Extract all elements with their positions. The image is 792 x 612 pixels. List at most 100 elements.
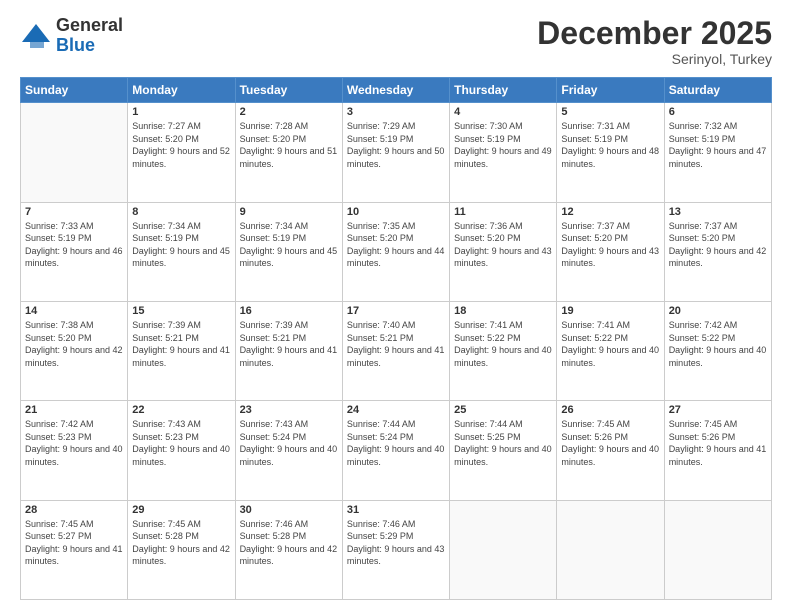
calendar-cell: 5 Sunrise: 7:31 AMSunset: 5:19 PMDaylight… (557, 103, 664, 202)
calendar-cell: 8 Sunrise: 7:34 AMSunset: 5:19 PMDaylight… (128, 202, 235, 301)
day-of-week-saturday: Saturday (664, 78, 771, 103)
day-number: 4 (454, 106, 552, 118)
calendar-cell: 3 Sunrise: 7:29 AMSunset: 5:19 PMDaylight… (342, 103, 449, 202)
calendar-week-5: 28 Sunrise: 7:45 AMSunset: 5:27 PMDayligh… (21, 500, 772, 599)
day-number: 16 (240, 305, 338, 317)
logo-icon (20, 22, 52, 50)
day-number: 17 (347, 305, 445, 317)
calendar-cell: 31Sunrise: 7:46 AMSunset: 5:29 PMDayligh… (342, 500, 449, 599)
day-number: 22 (132, 404, 230, 416)
day-of-week-thursday: Thursday (450, 78, 557, 103)
day-number: 30 (240, 504, 338, 516)
calendar-cell (557, 500, 664, 599)
calendar-cell: 1Sunrise: 7:27 AMSunset: 5:20 PMDaylight… (128, 103, 235, 202)
day-number: 29 (132, 504, 230, 516)
cell-info: Sunrise: 7:45 AMSunset: 5:28 PMDaylight:… (132, 518, 230, 568)
day-number: 15 (132, 305, 230, 317)
calendar-cell: 13 Sunrise: 7:37 AMSunset: 5:20 PMDayligh… (664, 202, 771, 301)
day-number: 25 (454, 404, 552, 416)
calendar-cell (664, 500, 771, 599)
day-number: 10 (347, 206, 445, 218)
cell-info: Sunrise: 7:33 AMSunset: 5:19 PMDaylight:… (25, 220, 123, 270)
cell-info: Sunrise: 7:39 AMSunset: 5:21 PMDaylight:… (132, 319, 230, 369)
calendar-cell: 27Sunrise: 7:45 AMSunset: 5:26 PMDayligh… (664, 401, 771, 500)
calendar-week-4: 21Sunrise: 7:42 AMSunset: 5:23 PMDayligh… (21, 401, 772, 500)
calendar-cell: 19Sunrise: 7:41 AMSunset: 5:22 PMDayligh… (557, 301, 664, 400)
cell-info: Sunrise: 7:45 AMSunset: 5:26 PMDaylight:… (561, 418, 659, 468)
cell-info: Sunrise: 7:34 AMSunset: 5:19 PMDaylight:… (240, 220, 338, 270)
location: Serinyol, Turkey (537, 51, 772, 67)
cell-info: Sunrise: 7:37 AMSunset: 5:20 PMDaylight:… (561, 220, 659, 270)
calendar-cell: 16 Sunrise: 7:39 AMSunset: 5:21 PMDayligh… (235, 301, 342, 400)
cell-info: Sunrise: 7:43 AMSunset: 5:23 PMDaylight:… (132, 418, 230, 468)
calendar-cell: 25 Sunrise: 7:44 AMSunset: 5:25 PMDayligh… (450, 401, 557, 500)
day-number: 19 (561, 305, 659, 317)
calendar-cell: 10 Sunrise: 7:35 AMSunset: 5:20 PMDayligh… (342, 202, 449, 301)
logo-general: General (56, 16, 123, 36)
calendar-week-3: 14 Sunrise: 7:38 AMSunset: 5:20 PMDayligh… (21, 301, 772, 400)
cell-info: Sunrise: 7:44 AMSunset: 5:25 PMDaylight:… (454, 418, 552, 468)
day-of-week-friday: Friday (557, 78, 664, 103)
day-number: 24 (347, 404, 445, 416)
day-number: 13 (669, 206, 767, 218)
calendar-cell (21, 103, 128, 202)
cell-info: Sunrise: 7:39 AMSunset: 5:21 PMDaylight:… (240, 319, 338, 369)
cell-info: Sunrise: 7:46 AMSunset: 5:28 PMDaylight:… (240, 518, 338, 568)
calendar-cell: 23 Sunrise: 7:43 AMSunset: 5:24 PMDayligh… (235, 401, 342, 500)
cell-info: Sunrise: 7:38 AMSunset: 5:20 PMDaylight:… (25, 319, 123, 369)
day-number: 27 (669, 404, 767, 416)
day-of-week-monday: Monday (128, 78, 235, 103)
calendar-cell: 21Sunrise: 7:42 AMSunset: 5:23 PMDayligh… (21, 401, 128, 500)
cell-info: Sunrise: 7:35 AMSunset: 5:20 PMDaylight:… (347, 220, 445, 270)
cell-info: Sunrise: 7:34 AMSunset: 5:19 PMDaylight:… (132, 220, 230, 270)
calendar-week-2: 7Sunrise: 7:33 AMSunset: 5:19 PMDaylight… (21, 202, 772, 301)
calendar-cell: 14 Sunrise: 7:38 AMSunset: 5:20 PMDayligh… (21, 301, 128, 400)
calendar-cell: 7Sunrise: 7:33 AMSunset: 5:19 PMDaylight… (21, 202, 128, 301)
calendar-cell: 17 Sunrise: 7:40 AMSunset: 5:21 PMDayligh… (342, 301, 449, 400)
cell-info: Sunrise: 7:42 AMSunset: 5:22 PMDaylight:… (669, 319, 767, 369)
cell-info: Sunrise: 7:31 AMSunset: 5:19 PMDaylight:… (561, 120, 659, 170)
calendar-week-1: 1Sunrise: 7:27 AMSunset: 5:20 PMDaylight… (21, 103, 772, 202)
cell-info: Sunrise: 7:30 AMSunset: 5:19 PMDaylight:… (454, 120, 552, 170)
cell-info: Sunrise: 7:28 AMSunset: 5:20 PMDaylight:… (240, 120, 338, 170)
cell-info: Sunrise: 7:37 AMSunset: 5:20 PMDaylight:… (669, 220, 767, 270)
day-number: 3 (347, 106, 445, 118)
day-number: 5 (561, 106, 659, 118)
cell-info: Sunrise: 7:42 AMSunset: 5:23 PMDaylight:… (25, 418, 123, 468)
day-of-week-sunday: Sunday (21, 78, 128, 103)
day-number: 1 (132, 106, 230, 118)
day-number: 23 (240, 404, 338, 416)
cell-info: Sunrise: 7:40 AMSunset: 5:21 PMDaylight:… (347, 319, 445, 369)
day-number: 8 (132, 206, 230, 218)
calendar-cell: 24Sunrise: 7:44 AMSunset: 5:24 PMDayligh… (342, 401, 449, 500)
day-number: 6 (669, 106, 767, 118)
calendar: SundayMondayTuesdayWednesdayThursdayFrid… (20, 77, 772, 600)
day-number: 11 (454, 206, 552, 218)
calendar-cell: 29 Sunrise: 7:45 AMSunset: 5:28 PMDayligh… (128, 500, 235, 599)
cell-info: Sunrise: 7:45 AMSunset: 5:27 PMDaylight:… (25, 518, 123, 568)
day-number: 14 (25, 305, 123, 317)
day-number: 26 (561, 404, 659, 416)
header: General Blue December 2025 Serinyol, Tur… (20, 16, 772, 67)
day-number: 2 (240, 106, 338, 118)
calendar-cell: 4 Sunrise: 7:30 AMSunset: 5:19 PMDaylight… (450, 103, 557, 202)
day-number: 9 (240, 206, 338, 218)
page: General Blue December 2025 Serinyol, Tur… (0, 0, 792, 612)
day-of-week-tuesday: Tuesday (235, 78, 342, 103)
day-number: 18 (454, 305, 552, 317)
calendar-cell: 9 Sunrise: 7:34 AMSunset: 5:19 PMDaylight… (235, 202, 342, 301)
cell-info: Sunrise: 7:43 AMSunset: 5:24 PMDaylight:… (240, 418, 338, 468)
day-number: 31 (347, 504, 445, 516)
day-number: 28 (25, 504, 123, 516)
calendar-cell: 11Sunrise: 7:36 AMSunset: 5:20 PMDayligh… (450, 202, 557, 301)
calendar-cell: 15 Sunrise: 7:39 AMSunset: 5:21 PMDayligh… (128, 301, 235, 400)
logo-blue: Blue (56, 36, 123, 56)
calendar-cell: 6Sunrise: 7:32 AMSunset: 5:19 PMDaylight… (664, 103, 771, 202)
calendar-cell: 30 Sunrise: 7:46 AMSunset: 5:28 PMDayligh… (235, 500, 342, 599)
calendar-cell: 22 Sunrise: 7:43 AMSunset: 5:23 PMDayligh… (128, 401, 235, 500)
cell-info: Sunrise: 7:29 AMSunset: 5:19 PMDaylight:… (347, 120, 445, 170)
calendar-cell: 26 Sunrise: 7:45 AMSunset: 5:26 PMDayligh… (557, 401, 664, 500)
day-number: 20 (669, 305, 767, 317)
cell-info: Sunrise: 7:41 AMSunset: 5:22 PMDaylight:… (454, 319, 552, 369)
logo-text: General Blue (56, 16, 123, 56)
